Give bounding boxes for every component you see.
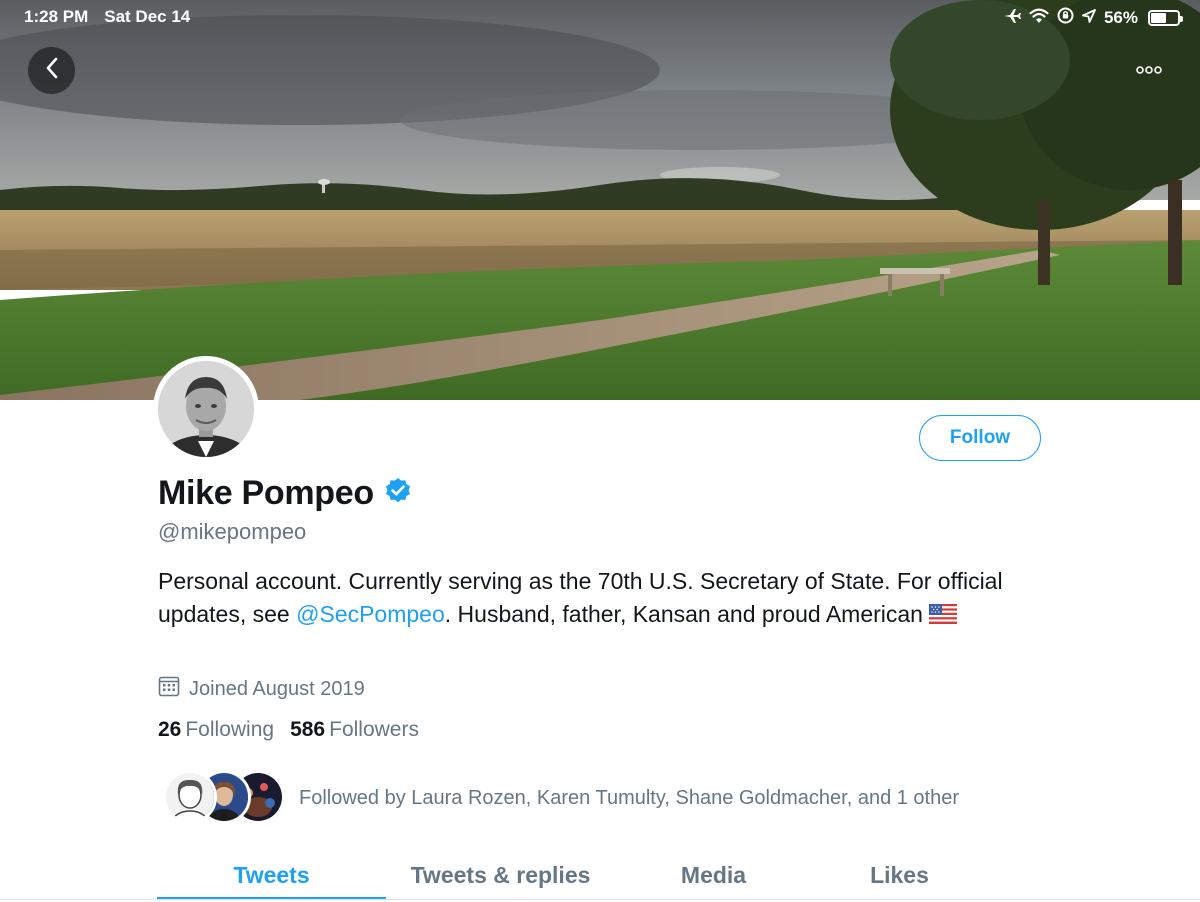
- tab-media[interactable]: Media: [615, 848, 812, 902]
- status-date: Sat Dec 14: [104, 7, 191, 26]
- tab-tweets[interactable]: Tweets: [157, 848, 386, 902]
- follower-avatar: [163, 770, 217, 824]
- us-flag-icon: [928, 600, 957, 633]
- location-icon: [1082, 8, 1096, 28]
- profile-handle: @mikepompeo: [158, 519, 307, 544]
- verified-badge-icon: [384, 477, 412, 510]
- avatar-image: [158, 361, 254, 457]
- followers-count: 586: [290, 718, 326, 741]
- followed-by-text: Followed by Laura Rozen, Karen Tumulty, …: [299, 786, 960, 809]
- calendar-icon: [158, 675, 180, 703]
- more-options-button[interactable]: [1132, 60, 1166, 82]
- profile-bio: Personal account. Currently serving as t…: [158, 565, 1018, 633]
- back-button[interactable]: [28, 47, 75, 94]
- wifi-icon: [1029, 8, 1049, 29]
- more-dots-icon: [1136, 62, 1162, 80]
- bio-text-end: . Husband, father, Kansan and proud Amer…: [444, 601, 923, 627]
- display-name-row: Mike Pompeo: [158, 474, 412, 513]
- status-bar: 1:28 PM Sat Dec 14 56%: [0, 0, 1200, 34]
- bio-mention-link[interactable]: @SecPompeo: [296, 601, 445, 627]
- orientation-lock-icon: [1057, 7, 1074, 29]
- display-name: Mike Pompeo: [158, 474, 374, 512]
- battery-percent: 56%: [1103, 8, 1138, 27]
- profile-tabs: Tweets Tweets & replies Media Likes: [157, 848, 1042, 902]
- battery-level: [1151, 13, 1166, 23]
- profile-banner[interactable]: [0, 0, 1200, 400]
- chevron-left-icon: [44, 56, 60, 85]
- battery-icon: [1148, 10, 1183, 26]
- followed-by-row[interactable]: Followed by Laura Rozen, Karen Tumulty, …: [163, 770, 959, 826]
- tabs-divider: [0, 899, 1200, 900]
- tab-likes[interactable]: Likes: [812, 848, 987, 902]
- status-time: 1:28 PM: [24, 7, 89, 26]
- avatar[interactable]: [153, 356, 259, 462]
- followed-by-avatars: [163, 770, 285, 826]
- following-stat[interactable]: 26 Following: [158, 718, 274, 742]
- following-label: Following: [185, 718, 275, 741]
- follow-stats: 26 Following 586 Followers: [158, 718, 419, 742]
- followers-label: Followers: [329, 718, 419, 741]
- following-count: 26: [158, 718, 182, 741]
- follow-button[interactable]: Follow: [919, 415, 1041, 461]
- joined-date-row: Joined August 2019: [158, 675, 365, 703]
- banner-image: [0, 0, 1200, 400]
- joined-date: Joined August 2019: [189, 677, 365, 700]
- tab-tweets-replies[interactable]: Tweets & replies: [386, 848, 615, 902]
- followers-stat[interactable]: 586 Followers: [290, 718, 419, 742]
- airplane-icon: [1003, 8, 1021, 29]
